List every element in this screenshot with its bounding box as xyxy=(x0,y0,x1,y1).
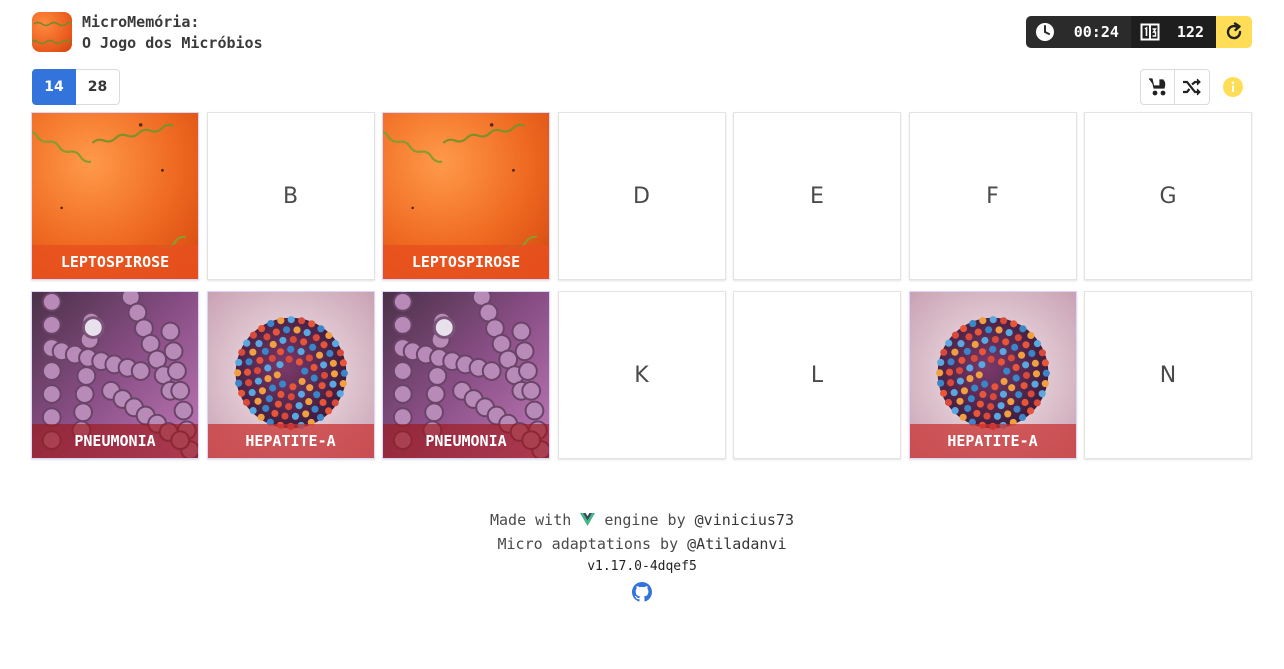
card-letter: F xyxy=(986,183,999,209)
card-letter: K xyxy=(634,362,649,388)
leptospira-logo-icon xyxy=(32,12,72,52)
card-caption: LEPTOSPIROSE xyxy=(32,245,198,279)
restart-icon xyxy=(1226,22,1242,40)
github-link[interactable] xyxy=(632,582,652,602)
memory-board: LEPTOSPIROSE B LEPTOSPIROSE D E F G PNEUMONIA HE… xyxy=(31,112,1254,459)
memory-card[interactable]: PNEUMONIA xyxy=(31,291,199,459)
card-caption: LEPTOSPIROSE xyxy=(383,245,549,279)
adaptations-author-link[interactable]: @Atiladanvi xyxy=(687,535,786,553)
size-28-button[interactable]: 28 xyxy=(76,69,120,105)
app-title: MicroMemória: O Jogo dos Micróbios xyxy=(82,12,263,54)
credits-adaptations: Micro adaptations by @Atiladanvi xyxy=(0,532,1284,556)
shuffle-icon xyxy=(1183,78,1201,96)
made-with-text: Made with xyxy=(490,511,572,529)
credits-engine: Made with engine by @vinicius73 xyxy=(0,508,1284,532)
mode-buttons xyxy=(1140,69,1210,105)
timer: 00:24 xyxy=(1025,16,1131,48)
info-button[interactable] xyxy=(1222,76,1244,98)
card-letter: D xyxy=(633,183,650,209)
card-caption: PNEUMONIA xyxy=(32,424,198,458)
adaptations-text: Micro adaptations by xyxy=(497,535,679,553)
memory-card[interactable]: HEPATITE-A xyxy=(908,291,1077,459)
size-14-button[interactable]: 14 xyxy=(32,69,76,105)
footer: Made with engine by @vinicius73 Micro ad… xyxy=(0,508,1284,606)
engine-author-link[interactable]: @vinicius73 xyxy=(695,511,794,529)
memory-card[interactable]: G xyxy=(1084,112,1252,280)
memory-card[interactable]: L xyxy=(733,291,901,459)
header: MicroMemória: O Jogo dos Micróbios 00:24… xyxy=(32,12,1252,54)
version-label: v1.17.0-4dqef5 xyxy=(587,559,697,574)
card-letter: B xyxy=(282,183,299,209)
card-caption: HEPATITE-A xyxy=(207,424,374,458)
card-letter: G xyxy=(1159,183,1177,209)
card-letter: E xyxy=(810,183,824,209)
card-caption: PNEUMONIA xyxy=(383,424,549,458)
game-stats: 00:24 122 xyxy=(1025,16,1252,48)
moves-value: 122 xyxy=(1176,23,1204,41)
card-caption: HEPATITE-A xyxy=(909,424,1076,458)
info-icon xyxy=(1223,77,1243,97)
card-letter: L xyxy=(810,362,824,388)
timer-value: 00:24 xyxy=(1073,23,1119,41)
github-icon xyxy=(632,582,652,602)
shuffle-button[interactable] xyxy=(1175,69,1210,105)
memory-card[interactable]: F xyxy=(908,112,1077,280)
board-size-selector: 14 28 xyxy=(32,69,120,105)
memory-card[interactable]: D xyxy=(557,112,726,280)
vue-logo-icon xyxy=(580,513,596,526)
memory-card[interactable]: B xyxy=(206,112,375,280)
clock-icon xyxy=(1034,21,1056,43)
app-title-line1: MicroMemória: xyxy=(82,13,200,31)
easy-mode-button[interactable] xyxy=(1140,69,1175,105)
memory-card[interactable]: LEPTOSPIROSE xyxy=(382,112,550,280)
restart-button[interactable] xyxy=(1216,16,1252,48)
card-letter: N xyxy=(1159,362,1177,388)
memory-card[interactable]: PNEUMONIA xyxy=(382,291,550,459)
memory-card[interactable]: K xyxy=(557,291,726,459)
memory-card[interactable]: LEPTOSPIROSE xyxy=(31,112,199,280)
engine-by-text: engine by xyxy=(604,511,686,529)
memory-card[interactable]: E xyxy=(733,112,901,280)
memory-card[interactable]: N xyxy=(1084,291,1252,459)
baby-stroller-icon xyxy=(1148,78,1165,96)
memory-card[interactable]: HEPATITE-A xyxy=(206,291,375,459)
moves-counter: 122 xyxy=(1130,16,1216,48)
app-title-line2: O Jogo dos Micróbios xyxy=(82,34,263,52)
moves-counter-icon xyxy=(1139,21,1161,43)
